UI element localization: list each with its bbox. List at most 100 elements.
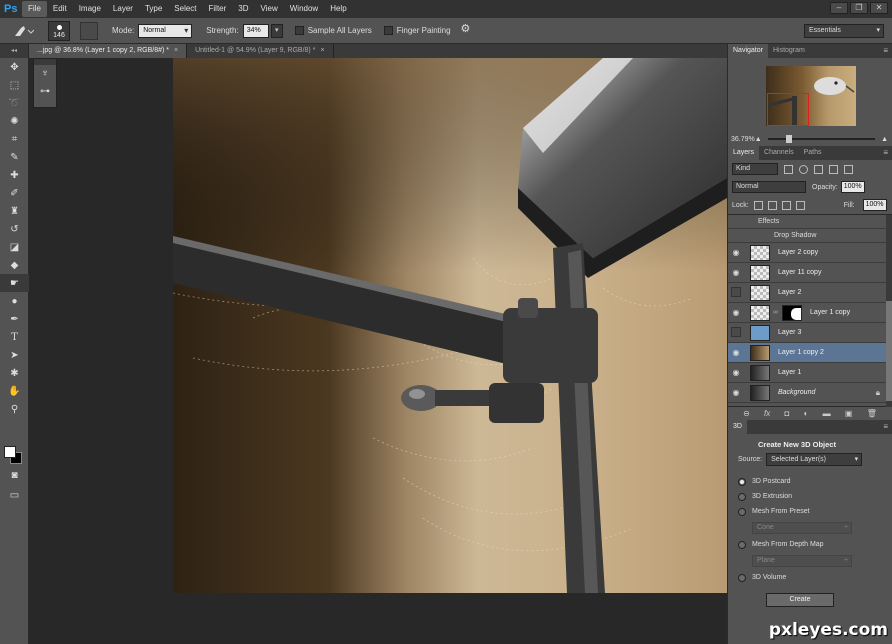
layer-row-selected[interactable]: ◉ Layer 1 copy 2 xyxy=(728,343,892,363)
clone-stamp-tool-icon[interactable]: ♜ xyxy=(0,202,29,220)
zoom-in-icon[interactable]: ▲ xyxy=(881,136,888,143)
minimize-button[interactable]: – xyxy=(830,2,848,14)
canvas-area[interactable] xyxy=(29,58,727,644)
lasso-tool-icon[interactable]: ➰ xyxy=(0,94,29,112)
tab-navigator[interactable]: Navigator xyxy=(728,44,768,58)
eyedropper-tool-icon[interactable]: ✎ xyxy=(0,148,29,166)
lock-transparent-icon[interactable] xyxy=(753,200,763,210)
adjustment-layer-icon[interactable]: ◐ xyxy=(804,409,809,418)
blend-mode-select[interactable]: Normal xyxy=(732,181,806,193)
kind-filter-select[interactable]: Kind xyxy=(732,163,778,175)
layer-mask-thumbnail[interactable] xyxy=(782,304,802,321)
fill-input[interactable]: 100% xyxy=(862,199,887,211)
menu-layer[interactable]: Layer xyxy=(107,1,139,17)
lock-position-icon[interactable] xyxy=(781,200,791,210)
menu-image[interactable]: Image xyxy=(73,1,107,17)
layer-row[interactable]: Layer 2 xyxy=(728,283,892,303)
radio-button[interactable] xyxy=(738,573,746,582)
layer-row[interactable]: ◉ Layer 11 copy xyxy=(728,263,892,283)
visibility-eye-icon[interactable]: ◉ xyxy=(728,308,744,317)
pixel-filter-icon[interactable] xyxy=(784,164,793,174)
path-selection-tool-icon[interactable]: ➤ xyxy=(0,346,29,364)
tab-3d[interactable]: 3D xyxy=(728,420,747,434)
sample-all-layers-box[interactable] xyxy=(294,26,304,35)
menu-3d[interactable]: 3D xyxy=(232,1,254,17)
lock-image-icon[interactable] xyxy=(767,200,777,210)
shape-filter-icon[interactable] xyxy=(829,164,838,174)
pressure-icon[interactable]: ⚙ xyxy=(461,22,479,40)
close-icon[interactable]: × xyxy=(320,47,324,54)
zoom-value[interactable]: 36.79% xyxy=(731,136,755,143)
menu-file[interactable]: File xyxy=(22,1,47,17)
link-layers-icon[interactable]: ⊖ xyxy=(743,409,750,418)
visibility-eye-icon[interactable]: ◉ xyxy=(728,348,744,357)
smudge-tool-icon[interactable] xyxy=(12,21,40,41)
move-tool-icon[interactable]: ✥ xyxy=(0,58,29,76)
radio-button[interactable] xyxy=(738,477,746,486)
lock-all-icon[interactable] xyxy=(795,200,805,210)
mode-select[interactable]: Normal xyxy=(138,23,193,38)
tab-paths[interactable]: Paths xyxy=(799,146,827,160)
option-mesh-from-depth-map[interactable]: Mesh From Depth Map xyxy=(738,537,882,552)
foreground-color-swatch[interactable] xyxy=(4,446,16,458)
menu-help[interactable]: Help xyxy=(324,1,352,17)
strength-slider-toggle[interactable]: ▾ xyxy=(270,23,283,38)
brush-presets-icon[interactable]: ♆ xyxy=(34,65,56,83)
zoom-tool-icon[interactable]: ⚲ xyxy=(0,400,29,418)
close-button[interactable]: ✕ xyxy=(870,2,888,14)
dodge-tool-icon[interactable]: ● xyxy=(0,292,29,310)
eraser-tool-icon[interactable]: ◪ xyxy=(0,238,29,256)
radio-button[interactable] xyxy=(738,507,746,516)
menu-select[interactable]: Select xyxy=(168,1,202,17)
panel-menu-icon[interactable]: ≡ xyxy=(883,46,888,55)
adjustment-filter-icon[interactable] xyxy=(799,164,808,174)
pen-tool-icon[interactable]: ✒ xyxy=(0,310,29,328)
layers-scrollbar[interactable] xyxy=(886,215,892,407)
visibility-eye-icon[interactable]: ◉ xyxy=(728,268,744,277)
brush-tool-icon[interactable]: ✐ xyxy=(0,184,29,202)
source-select[interactable]: Selected Layer(s) xyxy=(766,453,863,466)
tab-channels[interactable]: Channels xyxy=(759,146,799,160)
tools-panel-header[interactable]: ◂◂ xyxy=(0,44,28,58)
healing-brush-tool-icon[interactable]: ✚ xyxy=(0,166,29,184)
document-canvas[interactable] xyxy=(173,58,727,593)
brush-settings-icon[interactable]: ⊶ xyxy=(34,83,56,101)
navigator-preview[interactable] xyxy=(728,58,892,132)
trash-icon[interactable]: 🗑︎ xyxy=(867,409,877,418)
layers-scrollbar-thumb[interactable] xyxy=(886,301,892,401)
add-mask-icon[interactable]: ◘ xyxy=(785,409,790,418)
zoom-out-icon[interactable]: ▲ xyxy=(755,136,762,143)
tab-document-1[interactable]: ...jpg @ 36.8% (Layer 1 copy 2, RGB/8#) … xyxy=(29,44,188,58)
visibility-eye-icon[interactable]: ◉ xyxy=(728,388,744,397)
tab-layers[interactable]: Layers xyxy=(728,146,760,160)
screen-mode-icon[interactable]: ▭ xyxy=(0,486,29,504)
option-mesh-from-preset[interactable]: Mesh From Preset xyxy=(738,504,882,519)
group-icon[interactable]: ▬ xyxy=(823,409,831,418)
menu-type[interactable]: Type xyxy=(139,1,168,17)
option-3d-extrusion[interactable]: 3D Extrusion xyxy=(738,489,882,504)
visibility-off-icon[interactable] xyxy=(728,287,744,299)
menu-edit[interactable]: Edit xyxy=(47,1,73,17)
sample-all-layers-checkbox[interactable]: Sample All Layers xyxy=(294,26,372,35)
tab-histogram[interactable]: Histogram xyxy=(768,44,810,58)
panel-menu-icon[interactable]: ≡ xyxy=(883,422,888,431)
drop-shadow-row[interactable]: Drop Shadow xyxy=(728,229,892,243)
panel-menu-icon[interactable]: ≡ xyxy=(883,148,888,157)
workspace-select[interactable]: Essentials xyxy=(804,24,884,38)
brush-preset-picker[interactable]: 146 xyxy=(48,20,70,41)
type-filter-icon[interactable] xyxy=(814,164,823,174)
crop-tool-icon[interactable]: ⌗ xyxy=(0,130,29,148)
zoom-slider[interactable] xyxy=(767,135,876,143)
layer-row[interactable]: ◉ Layer 2 copy xyxy=(728,243,892,263)
quick-select-tool-icon[interactable]: ✺ xyxy=(0,112,29,130)
new-layer-icon[interactable]: ▣ xyxy=(845,409,853,418)
menu-filter[interactable]: Filter xyxy=(203,1,233,17)
visibility-eye-icon[interactable]: ◉ xyxy=(728,248,744,257)
shape-tool-icon[interactable]: ✱ xyxy=(0,364,29,382)
radio-button[interactable] xyxy=(738,492,746,501)
quick-mask-icon[interactable]: ◙ xyxy=(0,466,29,484)
opacity-input[interactable]: 100% xyxy=(840,181,865,193)
marquee-tool-icon[interactable]: ⬚ xyxy=(0,76,29,94)
finger-painting-checkbox[interactable]: Finger Painting xyxy=(383,26,451,35)
layer-row[interactable]: ◉ Layer 1 xyxy=(728,363,892,383)
